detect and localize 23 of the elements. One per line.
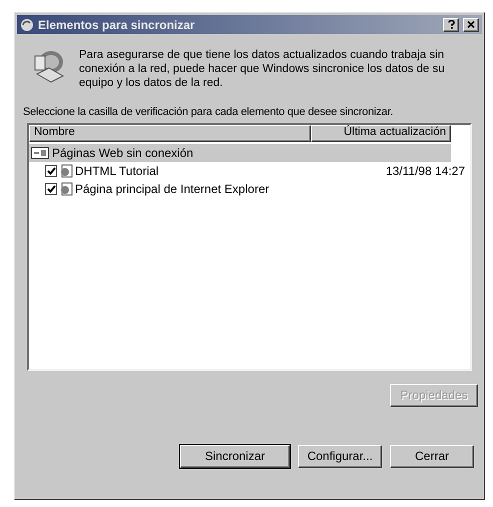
sync-icon bbox=[20, 18, 34, 32]
item-checkbox[interactable] bbox=[45, 182, 57, 194]
column-header[interactable]: Última actualización bbox=[311, 124, 451, 142]
column-header[interactable]: Nombre bbox=[29, 124, 311, 142]
intro-text: Para asegurarse de que tiene los datos actualizados cuando trabaja sin conexión a la red, puede hacer que Windows sincronice los datos de su equipo y los datos de la red. bbox=[79, 48, 446, 90]
close-button[interactable] bbox=[463, 18, 479, 32]
instruction-text: Seleccione la casilla de verificación para cada elemento que desee sincronizar. bbox=[22, 105, 394, 120]
window-title: Elementos para sincronizar bbox=[38, 16, 196, 34]
dialog-button[interactable]: Sincronizar bbox=[180, 444, 290, 468]
web-page-icon bbox=[59, 182, 73, 196]
item-checkbox[interactable] bbox=[45, 164, 57, 176]
item-name: Página principal de Internet Explorer bbox=[75, 180, 270, 198]
dialog-button[interactable]: Cerrar bbox=[390, 444, 474, 468]
group-row[interactable]: Páginas Web sin conexión bbox=[29, 144, 451, 162]
updated-time: 13/11/98 14:27 bbox=[384, 162, 465, 180]
item-name: DHTML Tutorial bbox=[75, 162, 160, 180]
help-button[interactable] bbox=[443, 18, 459, 32]
web-page-icon bbox=[59, 164, 73, 178]
close-icon bbox=[467, 21, 475, 28]
question-mark-icon bbox=[448, 20, 454, 29]
collapse-icon[interactable] bbox=[31, 146, 49, 158]
group-label: Páginas Web sin conexión bbox=[52, 144, 194, 162]
dialog-button[interactable]: Configurar... bbox=[298, 444, 382, 468]
